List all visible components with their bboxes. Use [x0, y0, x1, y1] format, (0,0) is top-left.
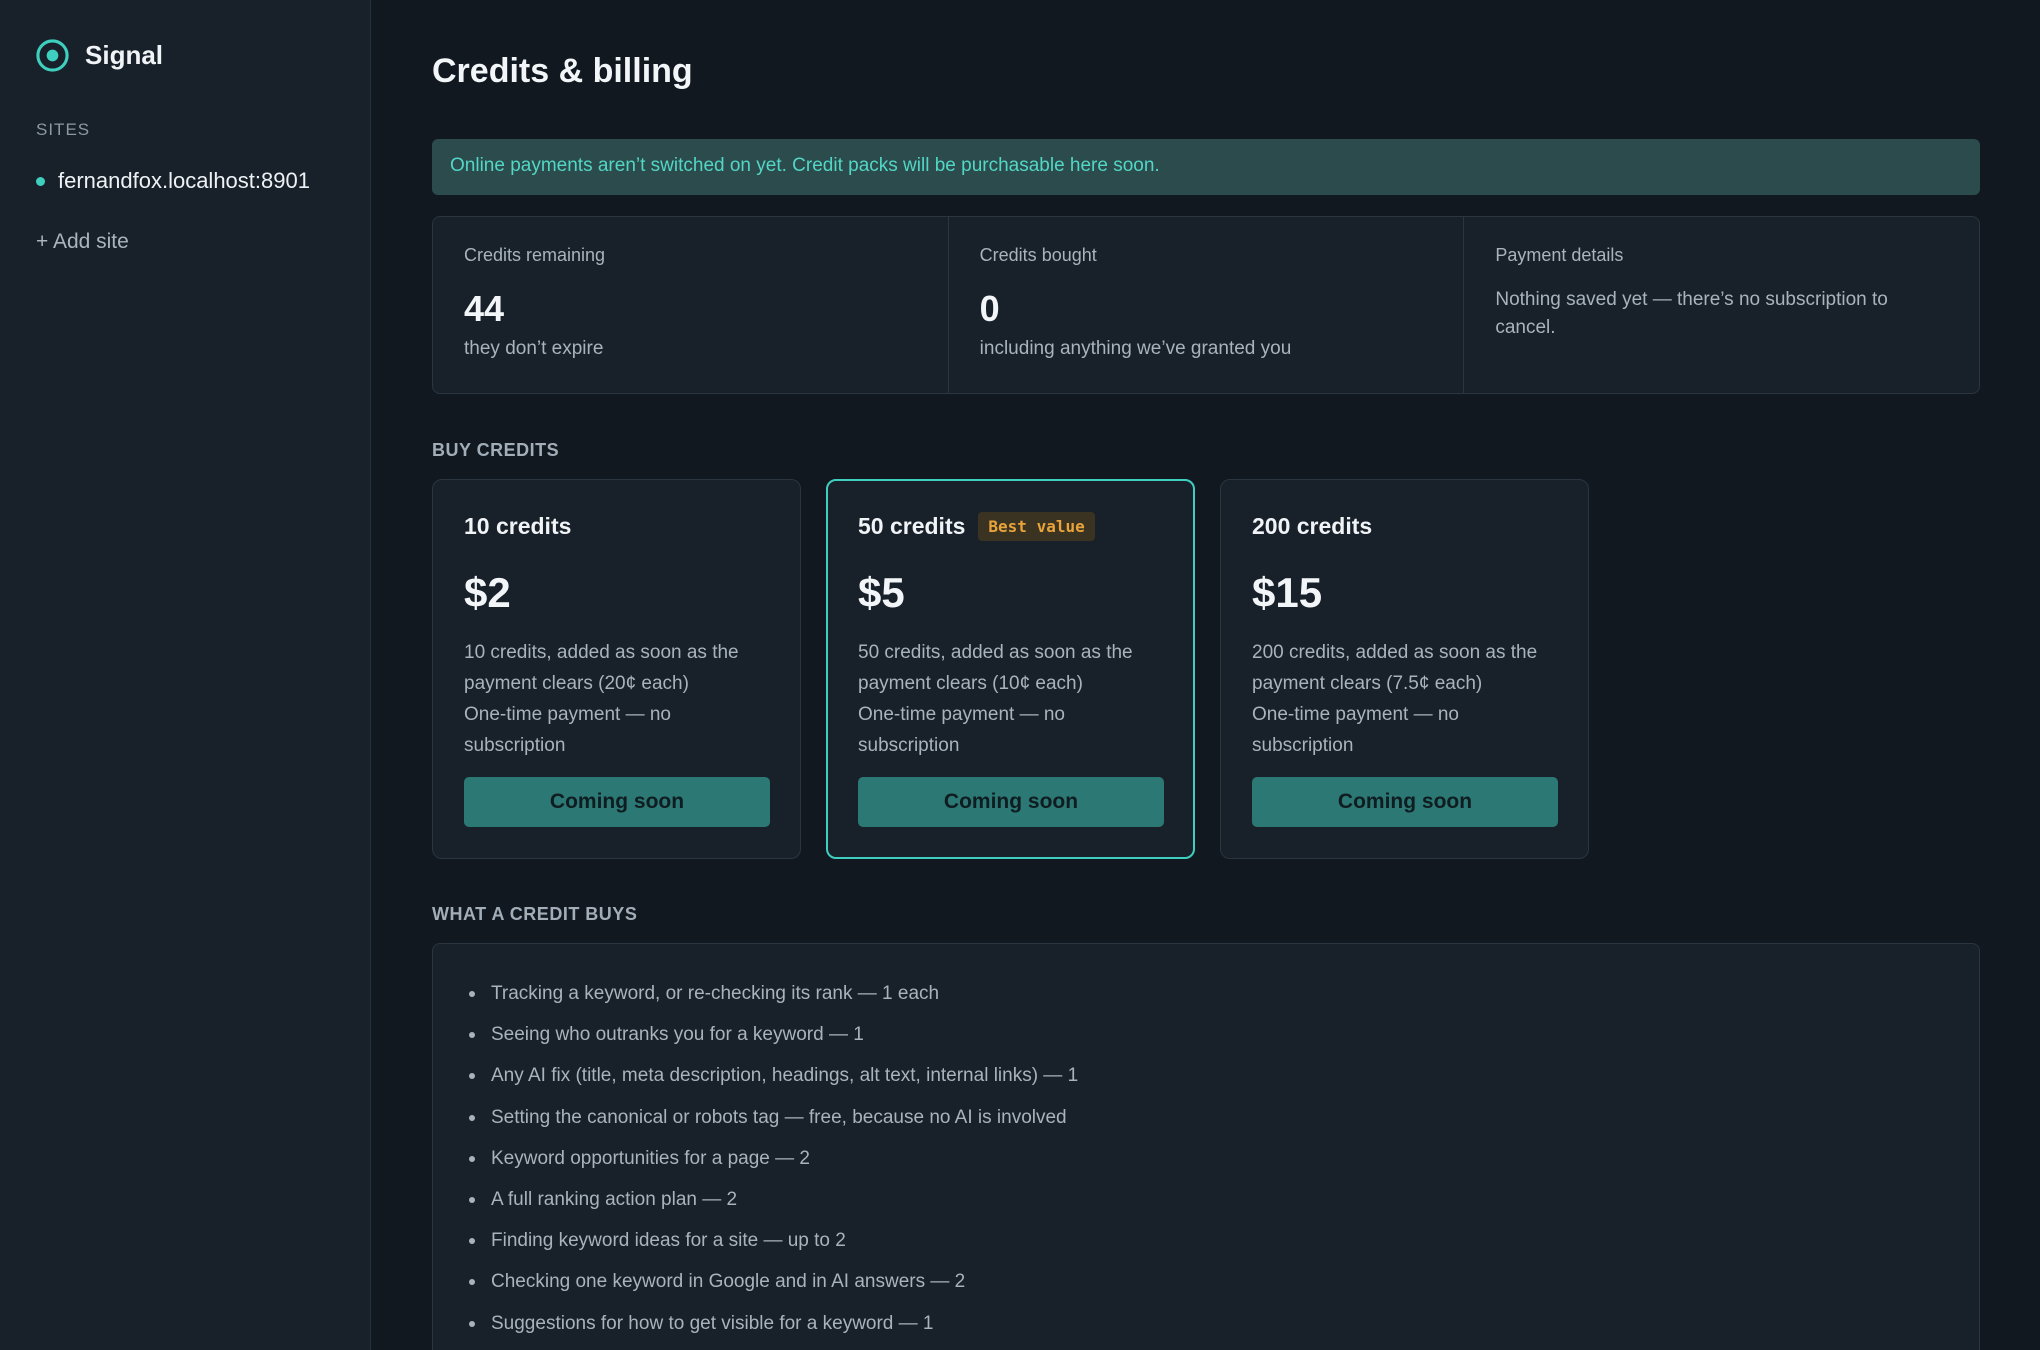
credit-uses-panel: Tracking a keyword, or re-checking its r… [432, 943, 1980, 1350]
stat-description: Nothing saved yet — there’s no subscript… [1495, 289, 1888, 338]
stat-credits-remaining: Credits remaining 44 they don’t expire [433, 217, 948, 393]
stat-payment-details: Payment details Nothing saved yet — ther… [1463, 217, 1979, 393]
pack-name: 50 credits [858, 512, 966, 539]
list-item: Checking one keyword in Google and in AI… [461, 1270, 1951, 1311]
pack-price: $5 [858, 569, 905, 616]
sites-heading: SITES [36, 120, 91, 139]
page-title: Credits & billing [432, 52, 693, 90]
credit-uses-heading: WHAT A CREDIT BUYS [432, 904, 638, 924]
list-item: Setting the canonical or robots tag — fr… [461, 1106, 1951, 1147]
pack-name: 200 credits [1252, 512, 1373, 539]
pack-billing-note: One-time payment — no subscription [464, 704, 671, 756]
pack-billing-note: One-time payment — no subscription [858, 704, 1065, 756]
coming-soon-button[interactable]: Coming soon [858, 777, 1164, 827]
list-item: Keyword opportunities for a page — 2 [461, 1147, 1951, 1188]
buy-credits-heading: BUY CREDITS [432, 440, 560, 460]
sidebar-site-item[interactable]: fernandfox.localhost:8901 [36, 168, 310, 194]
credit-pack-card-featured: 50 credits Best value $5 50 credits, add… [826, 479, 1195, 859]
coming-soon-button[interactable]: Coming soon [1252, 777, 1558, 827]
stat-label: Credits remaining [464, 245, 606, 265]
credit-pack-card: 10 credits $2 10 credits, added as soon … [432, 479, 801, 859]
list-item: Tracking a keyword, or re-checking its r… [461, 982, 1951, 1023]
stat-sub: they don’t expire [464, 338, 604, 359]
credit-pack-card: 200 credits $15 200 credits, added as so… [1220, 479, 1589, 859]
credit-stats: Credits remaining 44 they don’t expire C… [432, 216, 1980, 394]
signal-logo-icon [36, 39, 69, 72]
stat-credits-bought: Credits bought 0 including anything we’v… [947, 217, 1464, 393]
pack-billing-note: One-time payment — no subscription [1252, 704, 1459, 756]
stat-label: Payment details [1495, 245, 1624, 265]
app-name: Signal [85, 40, 164, 70]
best-value-badge: Best value [978, 511, 1095, 541]
site-label: fernandfox.localhost:8901 [58, 168, 310, 193]
add-site-link[interactable]: + Add site [36, 230, 129, 254]
list-item: Suggestions for how to get visible for a… [461, 1312, 1951, 1350]
list-item: A full ranking action plan — 2 [461, 1188, 1951, 1229]
coming-soon-button[interactable]: Coming soon [464, 777, 770, 827]
pack-price: $15 [1252, 569, 1323, 616]
credit-uses-list: Tracking a keyword, or re-checking its r… [461, 982, 1951, 1350]
pack-description: 200 credits, added as soon as the paymen… [1252, 642, 1538, 694]
stat-value: 44 [464, 288, 505, 329]
list-item: Any AI fix (title, meta description, hea… [461, 1064, 1951, 1105]
pack-description: 10 credits, added as soon as the payment… [464, 642, 739, 694]
payments-notice: Online payments aren’t switched on yet. … [432, 139, 1980, 195]
stat-sub: including anything we’ve granted you [979, 338, 1292, 359]
list-item: Finding keyword ideas for a site — up to… [461, 1229, 1951, 1270]
pack-name: 10 credits [464, 512, 572, 539]
pack-description: 50 credits, added as soon as the payment… [858, 642, 1133, 694]
sidebar: Signal SITES fernandfox.localhost:8901 +… [0, 0, 371, 1350]
list-item: Seeing who outranks you for a keyword — … [461, 1023, 1951, 1064]
pack-price: $2 [464, 569, 511, 616]
credit-packs: 10 credits $2 10 credits, added as soon … [432, 479, 1589, 859]
stat-label: Credits bought [979, 245, 1097, 265]
stat-value: 0 [979, 288, 1000, 329]
brand[interactable]: Signal [35, 38, 163, 73]
site-status-dot-icon [36, 176, 45, 186]
